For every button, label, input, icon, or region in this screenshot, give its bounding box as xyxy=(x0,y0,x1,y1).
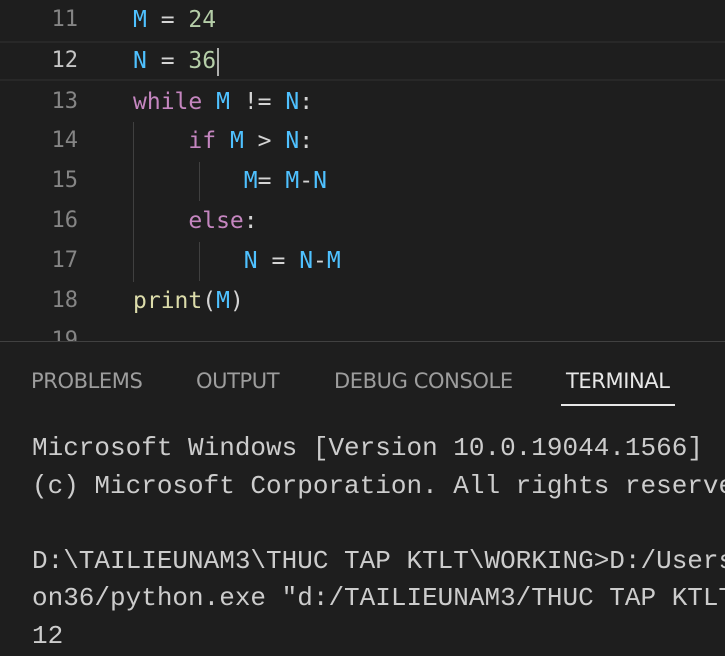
code-operator: ) xyxy=(229,288,244,314)
code-operator: > xyxy=(243,128,286,154)
code-number: 36 xyxy=(188,48,217,74)
code-text[interactable]: N = N-M xyxy=(133,241,341,281)
code-variable: N xyxy=(299,248,314,274)
code-operator xyxy=(133,248,244,274)
code-operator: != xyxy=(229,89,286,115)
indent-guide xyxy=(199,242,200,281)
code-text[interactable]: N = 36 xyxy=(133,43,220,79)
code-text[interactable]: while M != N: xyxy=(133,82,313,122)
code-keyword: if xyxy=(188,128,217,154)
vscode-window: 11 M = 24 12 N = 36 13 while M != N: 14 … xyxy=(0,0,725,656)
code-line[interactable]: 18 print(M) xyxy=(0,281,725,321)
panel-tab-bar: PROBLEMS OUTPUT DEBUG CONSOLE TERMINAL xyxy=(0,342,725,422)
code-line[interactable]: 14 if M > N: xyxy=(0,121,725,161)
code-variable: M xyxy=(243,168,258,194)
code-operator xyxy=(133,208,188,234)
line-number: 16 xyxy=(51,208,79,233)
line-number: 15 xyxy=(51,168,79,193)
code-line-current[interactable]: 12 N = 36 xyxy=(0,41,725,81)
code-variable: N xyxy=(133,48,147,74)
terminal-line: 12 xyxy=(32,620,64,651)
code-variable: N xyxy=(285,89,300,115)
code-text[interactable]: if M > N: xyxy=(133,121,313,161)
code-operator: = xyxy=(146,7,189,33)
code-text[interactable]: M= M-N xyxy=(133,161,327,201)
terminal-line: on36/python.exe "d:/TAILIEUNAM3/THUC TAP… xyxy=(32,583,725,613)
line-number: 13 xyxy=(51,89,79,114)
code-operator xyxy=(133,128,188,154)
terminal-line: Microsoft Windows [Version 10.0.19044.15… xyxy=(32,433,703,463)
code-operator xyxy=(133,168,244,194)
code-variable: N xyxy=(313,168,327,194)
indent-guide xyxy=(133,122,134,282)
tab-output[interactable]: OUTPUT xyxy=(196,366,280,396)
line-number: 18 xyxy=(51,288,79,313)
code-operator: : xyxy=(243,208,258,234)
indent-guide xyxy=(199,162,200,201)
terminal-output[interactable]: Microsoft Windows [Version 10.0.19044.15… xyxy=(32,430,725,656)
code-operator: = xyxy=(257,168,286,194)
code-variable: M xyxy=(216,89,230,115)
code-line[interactable]: 13 while M != N: xyxy=(0,82,725,122)
code-variable: M xyxy=(285,168,300,194)
code-text[interactable]: print(M) xyxy=(133,281,244,321)
tab-debug-console[interactable]: DEBUG CONSOLE xyxy=(334,366,513,396)
code-function: print xyxy=(133,288,203,314)
code-variable: M xyxy=(216,288,230,314)
line-number: 19 xyxy=(51,328,79,341)
code-operator: = xyxy=(146,48,189,74)
code-line[interactable]: 16 else: xyxy=(0,201,725,241)
code-keyword: else xyxy=(188,208,244,234)
code-variable: N xyxy=(243,248,258,274)
bottom-panel: PROBLEMS OUTPUT DEBUG CONSOLE TERMINAL M… xyxy=(0,341,725,656)
tab-terminal[interactable]: TERMINAL xyxy=(561,366,675,406)
code-operator: ( xyxy=(202,288,217,314)
tab-problems[interactable]: PROBLEMS xyxy=(31,366,143,396)
terminal-line: D:\TAILIEUNAM3\THUC TAP KTLT\WORKING>D:/… xyxy=(32,545,725,576)
code-variable: M xyxy=(229,128,244,154)
code-operator: : xyxy=(299,128,314,154)
code-operator: - xyxy=(313,248,327,274)
code-line[interactable]: 19 xyxy=(0,321,725,341)
line-number: 17 xyxy=(51,248,79,273)
code-text[interactable]: M = 24 xyxy=(133,0,216,40)
line-number: 11 xyxy=(51,7,79,32)
terminal-line: (c) Microsoft Corporation. All rights re… xyxy=(32,470,725,501)
code-operator xyxy=(216,128,230,154)
code-line[interactable]: 11 M = 24 xyxy=(0,0,725,40)
code-variable: N xyxy=(285,128,300,154)
code-variable: M xyxy=(326,248,341,274)
code-variable: M xyxy=(133,7,147,33)
code-keyword: while xyxy=(133,89,203,115)
code-operator xyxy=(202,89,216,115)
code-text[interactable]: else: xyxy=(133,201,258,241)
line-number: 14 xyxy=(51,128,79,153)
code-line[interactable]: 17 N = N-M xyxy=(0,241,725,281)
code-operator: : xyxy=(299,89,314,115)
text-cursor xyxy=(217,47,220,76)
code-line[interactable]: 15 M= M-N xyxy=(0,161,725,201)
line-number: 12 xyxy=(51,48,79,73)
code-operator: - xyxy=(299,168,314,194)
code-number: 24 xyxy=(188,7,217,33)
code-operator: = xyxy=(257,248,300,274)
code-editor[interactable]: 11 M = 24 12 N = 36 13 while M != N: 14 … xyxy=(0,0,725,341)
